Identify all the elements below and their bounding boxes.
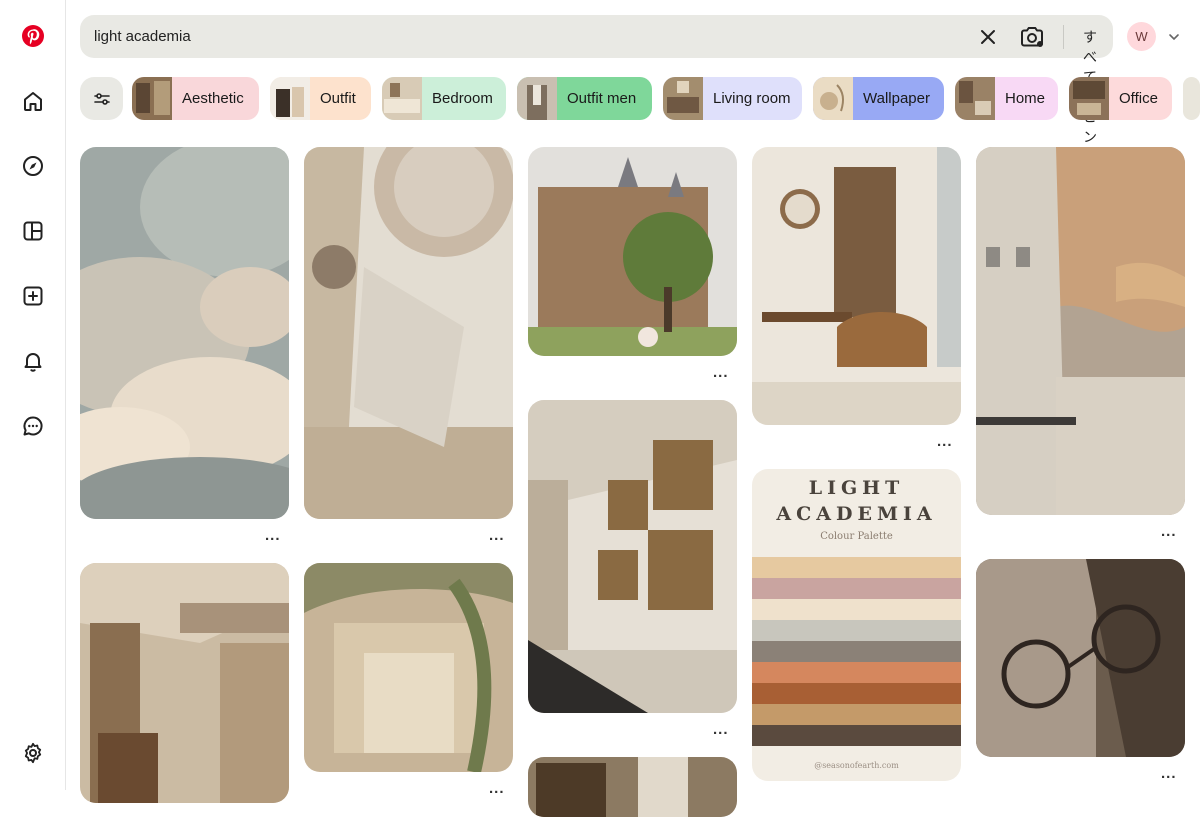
pin-baroque-ceiling[interactable] [304,147,513,519]
create-button[interactable] [13,276,53,316]
chip-wallpaper[interactable]: Wallpaper [813,77,944,120]
chip-outfit[interactable]: Outfit [270,77,371,120]
pin-more-button[interactable]: ... [1161,523,1177,540]
chip-thumb-image [663,77,703,120]
palette-swatch [752,704,961,725]
chip-partial[interactable] [1183,77,1200,120]
palette-swatch [752,683,961,704]
chip-home[interactable]: Home [955,77,1058,120]
pin-image [528,400,737,713]
palette-swatch [752,641,961,662]
sidebar [0,0,66,790]
account-chevron-down-icon[interactable] [1167,30,1181,44]
filters-button[interactable] [80,77,123,120]
clear-search-button[interactable] [977,26,999,48]
pin-library[interactable] [80,563,289,803]
boards-button[interactable] [13,211,53,251]
palette-credit: @seasonofearth.com [814,761,899,770]
pin-clouds[interactable] [80,147,289,519]
pin-image [304,147,513,519]
pin-image [976,559,1185,757]
palette-swatch [752,620,961,641]
bell-icon [24,353,42,372]
chip-thumb-image [270,77,310,120]
pin-castle[interactable] [528,147,737,356]
pin-painting-partial[interactable] [528,757,737,817]
chip-outfit-men[interactable]: Outfit men [517,77,652,120]
pin-glasses[interactable] [976,559,1185,757]
plus-square-icon [23,286,43,306]
home-button[interactable] [13,81,53,121]
chip-label: Outfit men [567,90,637,107]
pin-ivy-hall[interactable] [304,563,513,772]
pin-image [976,147,1185,515]
chat-icon [23,416,43,436]
home-icon [24,92,42,111]
palette-swatch [752,557,961,578]
chip-label: Outfit [320,90,356,107]
palette-swatch [752,662,961,683]
pin-more-button[interactable]: ... [265,527,281,544]
chip-thumb-image [1069,77,1109,120]
chip-label: Living room [713,90,791,107]
chip-office[interactable]: Office [1069,77,1172,120]
palette-title-line1: LIGHT [808,477,905,499]
pin-more-button[interactable]: ... [713,721,729,738]
chip-thumb-image [382,77,422,120]
pin-image [528,757,737,817]
chip-label: Home [1005,90,1046,107]
palette-subtitle: Colour Palette [820,531,893,542]
search-bar[interactable]: light academia すべてのピン [80,15,1115,145]
pinterest-logo-icon [22,25,44,47]
search-input[interactable]: light academia [94,28,191,45]
chip-label: Bedroom [432,90,493,107]
pin-image [80,563,289,803]
pin-more-button[interactable]: ... [713,364,729,381]
pin-paris-building[interactable] [976,147,1185,515]
avatar[interactable]: W [1127,22,1156,51]
chip-aesthetic[interactable]: Aesthetic [132,77,259,120]
gear-icon [24,742,42,764]
chip-thumb-image [517,77,557,120]
chip-thumb-image [955,77,995,120]
pin-image [80,147,289,519]
chip-label: Wallpaper [863,90,930,107]
pin-more-button[interactable]: ... [1161,765,1177,782]
palette-swatches [752,557,961,746]
visual-search-button[interactable] [1018,24,1046,50]
pinterest-logo[interactable] [13,16,53,56]
palette-swatch [752,599,961,620]
chip-label: Office [1119,90,1158,107]
pin-image [304,563,513,772]
close-icon [981,30,995,44]
pin-more-button[interactable]: ... [489,780,505,797]
pin-more-button[interactable]: ... [489,527,505,544]
pin-study-room[interactable] [752,147,961,425]
palette-swatch [752,578,961,599]
messages-button[interactable] [13,406,53,446]
pin-image [528,147,737,356]
explore-button[interactable] [13,146,53,186]
palette-swatch [752,725,961,746]
chip-thumb-image [813,77,853,120]
compass-icon [23,156,43,176]
settings-button[interactable] [13,733,53,773]
chip-bedroom[interactable]: Bedroom [382,77,506,120]
pin-gallery-hall[interactable] [528,400,737,713]
palette-title-line2: ACADEMIA [776,503,937,525]
pin-image [752,147,961,425]
chip-label: Aesthetic [182,90,244,107]
camera-icon [1021,27,1043,47]
notifications-button[interactable] [13,341,53,381]
sliders-icon [93,92,110,105]
boards-icon [23,221,43,241]
chip-living-room[interactable]: Living room [663,77,802,120]
pin-more-button[interactable]: ... [937,433,953,450]
pin-palette[interactable]: LIGHT ACADEMIA Colour Palette @seasonofe… [752,469,961,781]
chip-thumb-image [132,77,172,120]
search-divider [1063,25,1064,49]
